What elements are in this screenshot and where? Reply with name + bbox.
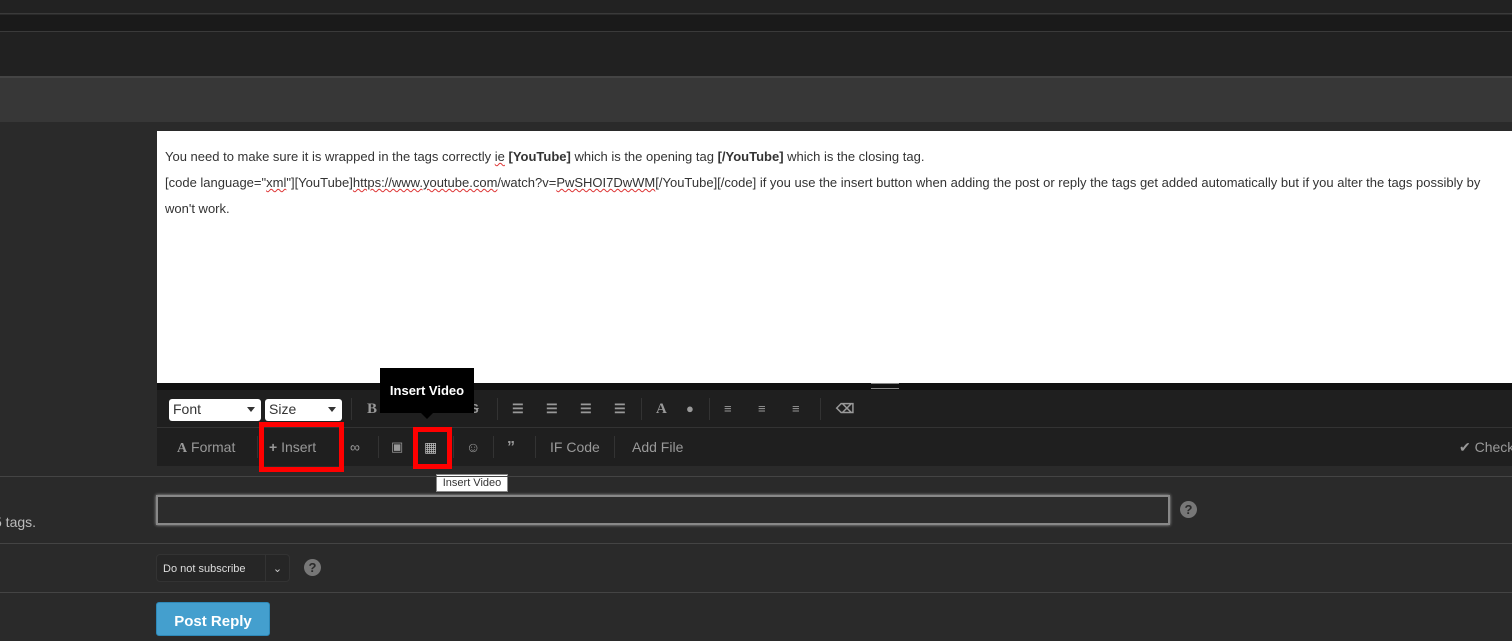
smiley-icon[interactable]: ☺	[466, 439, 480, 455]
sub-nav-bar	[0, 15, 1512, 32]
subscribe-value: Do not subscribe	[163, 563, 246, 575]
highlight-box-video	[413, 427, 452, 469]
help-icon[interactable]: ?	[1180, 501, 1197, 518]
format-button[interactable]: A Format	[177, 439, 235, 457]
align-right-icon[interactable]: ≡	[792, 401, 800, 416]
tags-input[interactable]	[156, 495, 1170, 525]
divider	[257, 436, 258, 458]
divider	[820, 398, 821, 420]
caret-down-icon	[247, 407, 255, 416]
eraser-icon[interactable]: ⌫	[836, 401, 854, 417]
font-select-label: Font	[173, 401, 202, 417]
align-left-icon[interactable]: ≡	[724, 401, 732, 416]
size-select[interactable]: Size	[265, 399, 342, 421]
help-icon[interactable]: ?	[304, 559, 321, 576]
insert-video-tooltip: Insert Video	[380, 368, 474, 413]
divider	[453, 436, 454, 458]
message-editor[interactable]: You need to make sure it is wrapped in t…	[157, 131, 1512, 383]
section-header	[0, 76, 1512, 122]
check-label: Check	[1474, 439, 1512, 455]
check-icon: ✔	[1459, 439, 1471, 455]
post-reply-button[interactable]: Post Reply	[156, 602, 270, 636]
bold-icon[interactable]: B	[367, 401, 377, 418]
size-select-label: Size	[269, 401, 297, 417]
chevron-down-icon: ⌄	[265, 555, 289, 581]
bullet-list-icon[interactable]: ☰	[512, 401, 524, 417]
divider	[378, 436, 379, 458]
toolbar-row-1: Font Size B S ☰ ☰ ☰ ☰ A ● ≡ ≡ ≡ ⌫	[157, 390, 1512, 428]
divider	[0, 543, 1512, 544]
font-select[interactable]: Font	[169, 399, 261, 421]
image-icon[interactable]: ▣	[391, 439, 403, 455]
resize-grip-icon[interactable]	[871, 383, 899, 389]
subscribe-select[interactable]: Do not subscribe ⌄	[156, 554, 290, 582]
divider	[0, 592, 1512, 593]
tags-hint: 5 tags.	[0, 514, 37, 530]
link-icon[interactable]: ∞	[350, 439, 360, 455]
quote-icon[interactable]: ”	[507, 439, 515, 457]
editor-line-1: You need to make sure it is wrapped in t…	[165, 149, 925, 164]
divider	[351, 398, 352, 420]
toolbar-row-2: A Format + Insert ∞ ▣ ▦ ☺ ” IF Code Add …	[157, 428, 1512, 466]
caret-down-icon	[328, 407, 336, 416]
align-center-icon[interactable]: ≡	[758, 401, 766, 416]
indent-icon[interactable]: ☰	[580, 401, 592, 417]
header-band	[0, 32, 1512, 76]
highlight-drop-icon[interactable]: ●	[686, 401, 694, 416]
editor-resize-bar[interactable]	[157, 383, 1512, 390]
divider	[497, 398, 498, 420]
highlight-box-insert	[259, 422, 344, 472]
divider	[535, 436, 536, 458]
tooltip-arrow	[421, 413, 433, 425]
check-button[interactable]: ✔ Check	[1459, 439, 1512, 456]
top-nav-bar	[0, 0, 1512, 14]
format-label: Format	[191, 439, 236, 455]
outdent-icon[interactable]: ☰	[614, 401, 626, 417]
numbered-list-icon[interactable]: ☰	[546, 401, 558, 417]
text-color-icon[interactable]: A	[656, 401, 667, 418]
format-icon: A	[177, 441, 188, 456]
divider	[614, 436, 615, 458]
divider	[641, 398, 642, 420]
ifcode-button[interactable]: IF Code	[550, 439, 600, 455]
divider	[493, 436, 494, 458]
divider	[709, 398, 710, 420]
editor-line-3: won't work.	[165, 201, 230, 216]
add-file-button[interactable]: Add File	[632, 439, 683, 455]
divider	[0, 476, 1512, 477]
editor-line-2: [code language="xml"][YouTube]https://ww…	[165, 175, 1481, 190]
